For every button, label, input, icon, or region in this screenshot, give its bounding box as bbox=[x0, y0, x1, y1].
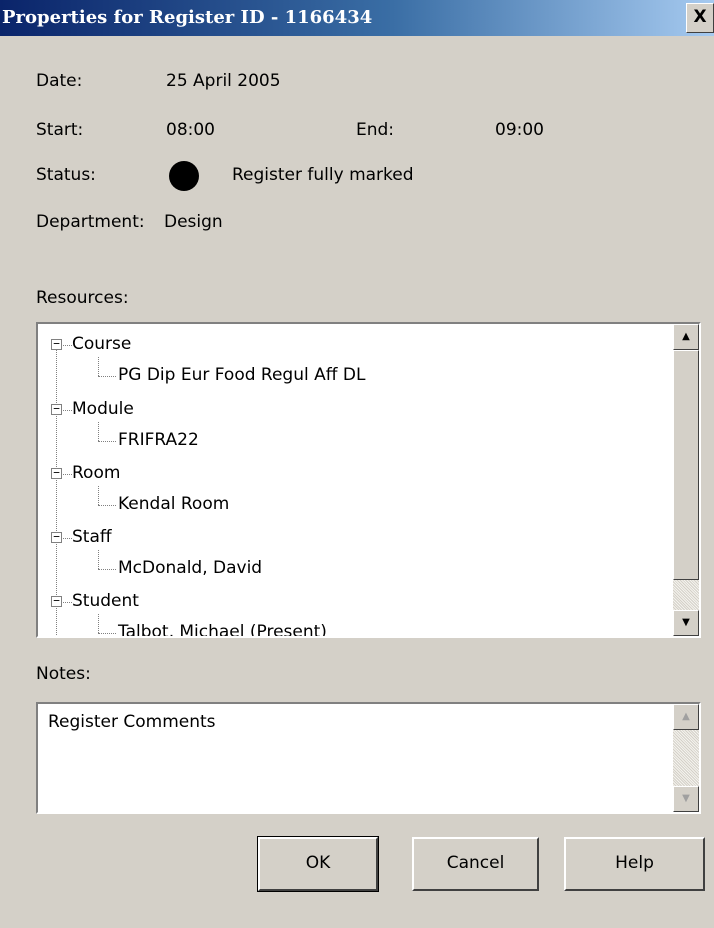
triangle-down-icon: ▼ bbox=[682, 617, 690, 628]
end-label: End: bbox=[356, 120, 395, 140]
notes-textarea[interactable]: Register Comments ▲ ▼ bbox=[36, 702, 701, 814]
tree-connector bbox=[98, 376, 116, 377]
end-value: 09:00 bbox=[495, 120, 544, 140]
cancel-button[interactable]: Cancel bbox=[412, 837, 539, 891]
scroll-thumb[interactable] bbox=[673, 350, 699, 580]
tree-leaf-module[interactable]: FRIFRA22 bbox=[118, 430, 199, 450]
close-button[interactable]: X bbox=[686, 3, 714, 33]
tree-connector bbox=[98, 550, 99, 569]
tree-leaf-room[interactable]: Kendal Room bbox=[118, 494, 229, 514]
tree-leaf-student[interactable]: Talbot, Michael (Present) bbox=[118, 622, 327, 636]
close-icon: X bbox=[693, 7, 707, 27]
notes-scrollbar[interactable]: ▲ ▼ bbox=[673, 704, 699, 812]
tree-leaf-staff[interactable]: McDonald, David bbox=[118, 558, 262, 578]
tree-connector bbox=[98, 633, 116, 634]
notes-label: Notes: bbox=[36, 664, 91, 684]
tree-connector bbox=[63, 410, 72, 411]
filled-circle-icon bbox=[169, 161, 199, 191]
resources-tree[interactable]: − Course PG Dip Eur Food Regul Aff DL − … bbox=[36, 322, 701, 638]
status-value: Register fully marked bbox=[232, 165, 414, 185]
triangle-up-icon: ▲ bbox=[682, 711, 690, 722]
scroll-up-button[interactable]: ▲ bbox=[673, 324, 699, 350]
tree-connector bbox=[63, 538, 72, 539]
tree-node-course[interactable]: Course bbox=[72, 334, 131, 354]
resources-label: Resources: bbox=[36, 288, 129, 308]
scroll-down-button[interactable]: ▼ bbox=[673, 610, 699, 636]
collapse-icon[interactable]: − bbox=[51, 403, 62, 415]
tree-connector bbox=[63, 602, 72, 603]
notes-scroll-down-button[interactable]: ▼ bbox=[673, 786, 699, 812]
tree-connector bbox=[63, 345, 72, 346]
date-label: Date: bbox=[36, 71, 83, 91]
properties-dialog: Properties for Register ID - 1166434 X D… bbox=[0, 0, 714, 928]
help-button[interactable]: Help bbox=[564, 837, 705, 891]
department-value: Design bbox=[164, 212, 223, 232]
ok-button[interactable]: OK bbox=[257, 836, 379, 892]
tree-connector bbox=[98, 614, 99, 633]
date-value: 25 April 2005 bbox=[166, 71, 281, 91]
tree-connector bbox=[56, 350, 57, 635]
notes-text: Register Comments bbox=[48, 712, 216, 732]
tree-connector bbox=[98, 357, 99, 376]
tree-connector bbox=[98, 422, 99, 441]
resources-scrollbar[interactable]: ▲ ▼ bbox=[673, 324, 699, 636]
tree-connector bbox=[98, 505, 116, 506]
tree-node-module[interactable]: Module bbox=[72, 399, 134, 419]
triangle-up-icon: ▲ bbox=[682, 331, 690, 342]
title-bar[interactable]: Properties for Register ID - 1166434 X bbox=[0, 0, 714, 36]
tree-connector bbox=[98, 441, 116, 442]
triangle-down-icon: ▼ bbox=[682, 793, 690, 804]
department-label: Department: bbox=[36, 212, 145, 232]
start-label: Start: bbox=[36, 120, 84, 140]
tree-connector bbox=[63, 474, 72, 475]
collapse-icon[interactable]: − bbox=[51, 467, 62, 479]
tree-connector bbox=[98, 486, 99, 505]
tree-content: − Course PG Dip Eur Food Regul Aff DL − … bbox=[38, 324, 671, 636]
tree-node-staff[interactable]: Staff bbox=[72, 527, 112, 547]
status-label: Status: bbox=[36, 165, 96, 185]
start-value: 08:00 bbox=[166, 120, 215, 140]
tree-node-room[interactable]: Room bbox=[72, 463, 120, 483]
collapse-icon[interactable]: − bbox=[51, 531, 62, 543]
collapse-icon[interactable]: − bbox=[51, 338, 62, 350]
tree-node-student[interactable]: Student bbox=[72, 591, 139, 611]
tree-connector bbox=[98, 569, 116, 570]
tree-leaf-course[interactable]: PG Dip Eur Food Regul Aff DL bbox=[118, 365, 365, 385]
collapse-icon[interactable]: − bbox=[51, 595, 62, 607]
window-title: Properties for Register ID - 1166434 bbox=[2, 7, 373, 28]
notes-scroll-up-button[interactable]: ▲ bbox=[673, 704, 699, 730]
